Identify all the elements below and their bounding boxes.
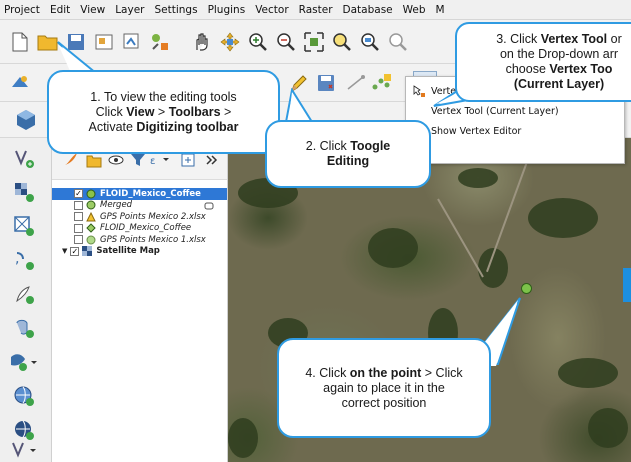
layer-row-floid-selected[interactable]: ✓ FLOID_Mexico_Coffee <box>52 188 227 200</box>
layer-tree: ✓ FLOID_Mexico_Coffee Merged GPS Points … <box>52 180 227 257</box>
add-raster-layer-icon[interactable] <box>12 180 36 204</box>
menu-bar: Project Edit View Layer Settings Plugins… <box>0 0 631 20</box>
left-layer-toolbar: , <box>0 138 52 462</box>
layer-style-icon[interactable] <box>8 71 32 95</box>
diamond-layer-icon <box>86 223 96 233</box>
callout-2-tail <box>284 88 314 124</box>
menu-project[interactable]: Project <box>0 4 45 16</box>
vertex-tool-icon <box>412 84 426 98</box>
pan-to-selection-icon[interactable] <box>218 30 242 54</box>
triangle-layer-icon <box>86 211 96 222</box>
map-point-feature[interactable] <box>521 283 532 294</box>
menu-settings[interactable]: Settings <box>149 4 202 16</box>
add-point-feature-icon[interactable] <box>370 71 394 95</box>
zoom-native-icon[interactable] <box>386 30 410 54</box>
point-layer-icon <box>86 235 96 245</box>
menu-web[interactable]: Web <box>398 4 431 16</box>
layer-checkbox[interactable] <box>74 223 83 233</box>
zoom-out-icon[interactable] <box>274 30 298 54</box>
zoom-to-layer-icon[interactable] <box>358 30 382 54</box>
point-layer-icon <box>86 189 96 199</box>
point-layer-icon <box>86 200 96 210</box>
zoom-to-selection-icon[interactable] <box>330 30 354 54</box>
callout-1: 1. To view the editing tools Click View … <box>47 70 280 154</box>
menu-plugins[interactable]: Plugins <box>203 4 251 16</box>
layer-name: FLOID_Mexico_Coffee <box>100 188 201 199</box>
layer-checkbox[interactable] <box>74 200 83 210</box>
layer-row-floid-2[interactable]: FLOID_Mexico_Coffee <box>52 223 227 235</box>
layer-name: Merged <box>100 200 133 211</box>
layer-name: GPS Points Mexico 2.xlsx <box>100 211 206 222</box>
menu-vector[interactable]: Vector <box>250 4 293 16</box>
layers-panel: ε ✓ FLOID_Mexico_Coffee Merged GPS Point… <box>52 138 228 462</box>
open-data-source-manager-icon[interactable] <box>14 108 38 132</box>
menu-mesh[interactable]: M <box>431 4 450 16</box>
add-wms-layer-icon[interactable] <box>8 350 38 374</box>
add-delimited-text-layer-icon[interactable]: , <box>12 248 36 272</box>
layout-manager-icon[interactable] <box>120 30 144 54</box>
add-virtual-layer-icon[interactable] <box>10 438 40 462</box>
callout-4: 4. Click on the point > Click again to p… <box>277 338 491 438</box>
layer-checkbox[interactable] <box>74 212 83 222</box>
menu-raster[interactable]: Raster <box>294 4 338 16</box>
add-wfs-layer-icon[interactable] <box>12 384 36 408</box>
digitize-line-icon[interactable] <box>344 71 368 95</box>
layer-name: FLOID_Mexico_Coffee <box>100 223 192 234</box>
layer-name: GPS Points Mexico 1.xlsx <box>100 234 206 245</box>
svg-text:ε: ε <box>150 156 155 167</box>
pan-hand-icon[interactable] <box>190 30 214 54</box>
layer-row-gps2[interactable]: GPS Points Mexico 2.xlsx <box>52 211 227 223</box>
menu-layer[interactable]: Layer <box>110 4 149 16</box>
add-postgis-layer-icon[interactable] <box>12 316 36 340</box>
menu-view[interactable]: View <box>75 4 110 16</box>
menu-edit[interactable]: Edit <box>45 4 75 16</box>
layer-checkbox[interactable] <box>74 235 83 245</box>
layer-row-merged[interactable]: Merged <box>52 200 227 212</box>
new-project-icon[interactable] <box>8 30 32 54</box>
raster-layer-icon <box>82 246 93 257</box>
add-spatialite-layer-icon[interactable] <box>12 282 36 306</box>
zoom-in-icon[interactable] <box>246 30 270 54</box>
style-manager-icon[interactable] <box>148 30 172 54</box>
layer-name: Satellite Map <box>96 246 160 257</box>
layer-checkbox[interactable]: ✓ <box>70 246 80 256</box>
zoom-full-icon[interactable] <box>302 30 326 54</box>
panel-collapse-tab[interactable] <box>623 268 631 302</box>
callout-2: 2. Click Toogle Editing <box>265 120 431 188</box>
menu-item-show-vertex-editor[interactable]: Show Vertex Editor <box>406 121 624 141</box>
menu-database[interactable]: Database <box>338 4 398 16</box>
layer-checkbox[interactable]: ✓ <box>74 189 83 199</box>
add-vector-layer-icon[interactable] <box>12 146 36 170</box>
callout-3: 3. Click Vertex Tool or on the Drop-down… <box>455 22 631 102</box>
collapse-arrow-icon[interactable]: ▼ <box>62 247 67 255</box>
add-mesh-layer-icon[interactable] <box>12 214 36 238</box>
layer-row-gps1[interactable]: GPS Points Mexico 1.xlsx <box>52 234 227 246</box>
layer-row-satellite[interactable]: ▼ ✓ Satellite Map <box>52 246 227 258</box>
